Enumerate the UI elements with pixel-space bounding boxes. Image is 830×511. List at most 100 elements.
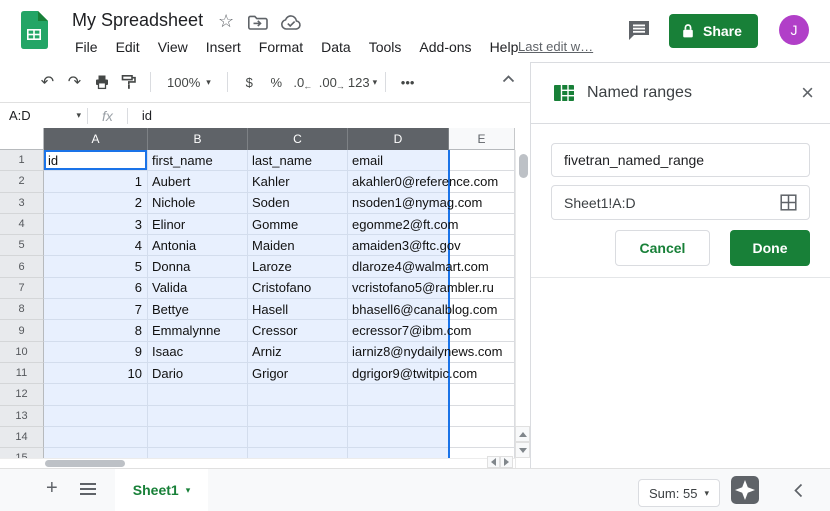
cell-D2[interactable]: akahler0@reference.com xyxy=(348,171,449,192)
cell-A14[interactable] xyxy=(44,427,148,448)
cell-B4[interactable]: Elinor xyxy=(148,214,248,235)
cell-C10[interactable]: Arniz xyxy=(248,342,348,363)
cell-A5[interactable]: 4 xyxy=(44,235,148,256)
close-icon[interactable]: × xyxy=(801,82,814,104)
row-header-7[interactable]: 7 xyxy=(0,278,44,299)
cell-D13[interactable] xyxy=(348,406,449,427)
format-percent-button[interactable]: % xyxy=(263,75,290,90)
cell-C9[interactable]: Cressor xyxy=(248,320,348,341)
row-header-1[interactable]: 1 xyxy=(0,150,44,171)
cell-C2[interactable]: Kahler xyxy=(248,171,348,192)
menu-edit[interactable]: Edit xyxy=(107,37,149,57)
add-sheet-button[interactable]: + xyxy=(46,477,58,500)
vertical-scrollbar[interactable] xyxy=(515,150,530,468)
cell-A6[interactable]: 5 xyxy=(44,256,148,277)
sheets-logo-icon[interactable] xyxy=(20,11,48,49)
cell-A12[interactable] xyxy=(44,384,148,405)
name-box[interactable]: A:D ▾ xyxy=(0,108,87,123)
all-sheets-icon[interactable] xyxy=(80,483,96,498)
cell-C4[interactable]: Gomme xyxy=(248,214,348,235)
cell-C14[interactable] xyxy=(248,427,348,448)
paint-format-icon[interactable] xyxy=(115,74,142,90)
cell-B10[interactable]: Isaac xyxy=(148,342,248,363)
row-header-13[interactable]: 13 xyxy=(0,406,44,427)
select-all-corner[interactable] xyxy=(0,128,44,150)
column-header-E[interactable]: E xyxy=(449,128,515,150)
cell-B7[interactable]: Valida xyxy=(148,278,248,299)
print-icon[interactable] xyxy=(88,74,115,90)
cell-B11[interactable]: Dario xyxy=(148,363,248,384)
cell-C8[interactable]: Hasell xyxy=(248,299,348,320)
cell-A13[interactable] xyxy=(44,406,148,427)
cell-A1[interactable]: id xyxy=(44,150,148,171)
increase-decimal-button[interactable]: .00→ xyxy=(319,75,348,90)
sum-indicator[interactable]: Sum: 55 ▾ xyxy=(638,479,720,507)
cell-D9[interactable]: ecressor7@ibm.com xyxy=(348,320,449,341)
cell-B1[interactable]: first_name xyxy=(148,150,248,171)
cell-A11[interactable]: 10 xyxy=(44,363,148,384)
cell-B6[interactable]: Donna xyxy=(148,256,248,277)
scroll-right-button[interactable] xyxy=(500,456,513,468)
scroll-left-button[interactable] xyxy=(487,456,500,468)
cell-A2[interactable]: 1 xyxy=(44,171,148,192)
cell-B5[interactable]: Antonia xyxy=(148,235,248,256)
move-folder-icon[interactable] xyxy=(247,14,268,31)
cell-B2[interactable]: Aubert xyxy=(148,171,248,192)
row-header-10[interactable]: 10 xyxy=(0,342,44,363)
menu-insert[interactable]: Insert xyxy=(197,37,250,57)
row-header-4[interactable]: 4 xyxy=(0,214,44,235)
row-header-14[interactable]: 14 xyxy=(0,427,44,448)
cell-B9[interactable]: Emmalynne xyxy=(148,320,248,341)
cell-E12[interactable] xyxy=(449,384,515,405)
chevron-left-icon[interactable] xyxy=(794,483,803,498)
menu-tools[interactable]: Tools xyxy=(360,37,411,57)
sheet-tab[interactable]: Sheet1 ▾ xyxy=(115,469,208,511)
done-button[interactable]: Done xyxy=(730,230,810,266)
cell-C1[interactable]: last_name xyxy=(248,150,348,171)
cell-D14[interactable] xyxy=(348,427,449,448)
explore-button[interactable] xyxy=(731,476,759,504)
cell-C7[interactable]: Cristofano xyxy=(248,278,348,299)
cell-B13[interactable] xyxy=(148,406,248,427)
cell-A3[interactable]: 2 xyxy=(44,193,148,214)
hide-menus-icon[interactable] xyxy=(502,75,515,83)
cell-C3[interactable]: Soden xyxy=(248,193,348,214)
row-header-3[interactable]: 3 xyxy=(0,193,44,214)
document-title[interactable]: My Spreadsheet xyxy=(72,10,203,31)
decrease-decimal-button[interactable]: .0← xyxy=(290,75,319,90)
cell-D12[interactable] xyxy=(348,384,449,405)
row-header-12[interactable]: 12 xyxy=(0,384,44,405)
scroll-down-button[interactable] xyxy=(515,442,530,458)
row-header-9[interactable]: 9 xyxy=(0,320,44,341)
cell-D3[interactable]: nsoden1@nymag.com xyxy=(348,193,449,214)
cell-D5[interactable]: amaiden3@ftc.gov xyxy=(348,235,449,256)
cell-D6[interactable]: dlaroze4@walmart.com xyxy=(348,256,449,277)
column-header-C[interactable]: C xyxy=(248,128,348,150)
horizontal-scrollbar-thumb[interactable] xyxy=(45,460,125,467)
cell-A4[interactable]: 3 xyxy=(44,214,148,235)
cell-C5[interactable]: Maiden xyxy=(248,235,348,256)
cell-C12[interactable] xyxy=(248,384,348,405)
zoom-select[interactable]: 100% ▾ xyxy=(159,75,219,90)
horizontal-scrollbar[interactable] xyxy=(0,458,515,468)
cell-E13[interactable] xyxy=(449,406,515,427)
column-header-A[interactable]: A xyxy=(44,128,148,150)
cell-C13[interactable] xyxy=(248,406,348,427)
star-icon[interactable]: ☆ xyxy=(218,11,234,32)
avatar[interactable]: J xyxy=(779,15,809,45)
cell-C6[interactable]: Laroze xyxy=(248,256,348,277)
format-currency-button[interactable]: $ xyxy=(236,75,263,90)
number-format-button[interactable]: 123 ▾ xyxy=(348,75,377,90)
range-name-input[interactable]: fivetran_named_range xyxy=(551,143,810,177)
column-header-D[interactable]: D xyxy=(348,128,449,150)
more-toolbar-button[interactable]: ••• xyxy=(394,75,421,90)
scroll-up-button[interactable] xyxy=(515,426,530,442)
cell-D11[interactable]: dgrigor9@twitpic.com xyxy=(348,363,449,384)
row-header-2[interactable]: 2 xyxy=(0,171,44,192)
cell-A7[interactable]: 6 xyxy=(44,278,148,299)
cell-A9[interactable]: 8 xyxy=(44,320,148,341)
cell-D7[interactable]: vcristofano5@rambler.ru xyxy=(348,278,449,299)
cancel-button[interactable]: Cancel xyxy=(615,230,710,266)
select-data-range-icon[interactable] xyxy=(780,194,797,211)
cell-B12[interactable] xyxy=(148,384,248,405)
